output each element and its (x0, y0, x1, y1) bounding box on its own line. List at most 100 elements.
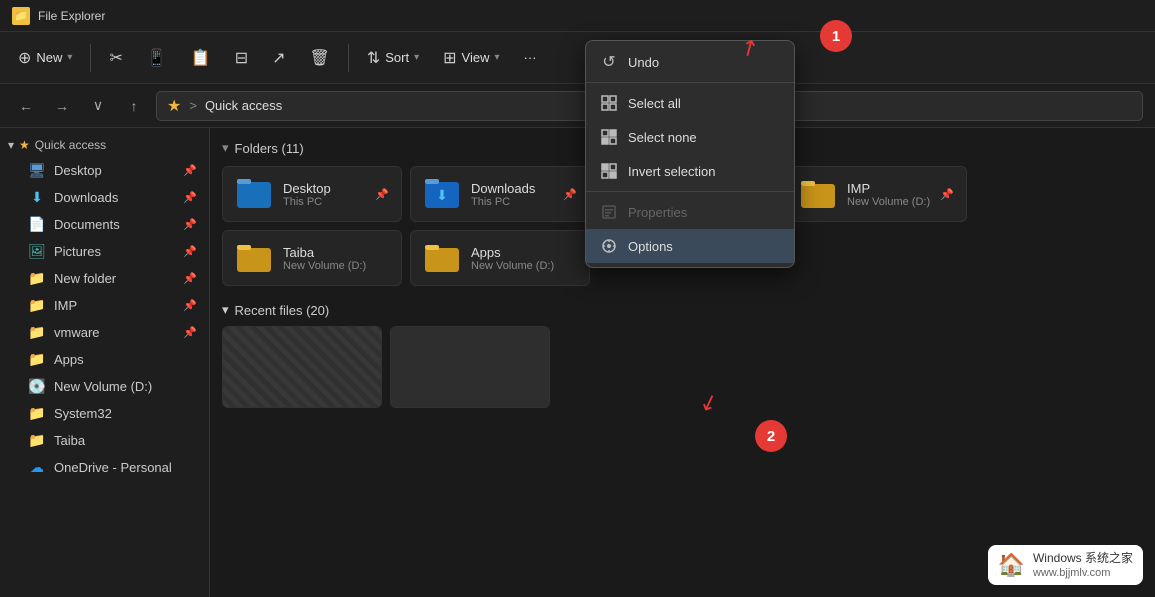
view-label: View (462, 50, 490, 65)
sidebar-item-system32[interactable]: 📁 System32 (4, 400, 205, 426)
callout-1: 1 (820, 20, 852, 52)
sidebar-item-new-volume[interactable]: 💽 New Volume (D:) (4, 373, 205, 399)
menu-undo-label: Undo (628, 55, 659, 70)
recent-button[interactable]: ∨ (84, 92, 112, 120)
app-icon: 📁 (12, 7, 30, 25)
sidebar-item-desktop[interactable]: 🖥 Desktop 📌 (4, 157, 205, 183)
paste-button[interactable]: 📋 (181, 43, 221, 73)
folder-desktop-info: Desktop This PC (283, 181, 365, 208)
cut-icon: ✂ (109, 48, 122, 68)
copy-to-clipboard-button[interactable]: 📱 (137, 43, 177, 73)
sidebar-item-new-folder[interactable]: 📁 New folder 📌 (4, 265, 205, 291)
sidebar-item-downloads[interactable]: ⬇ Downloads 📌 (4, 184, 205, 210)
sidebar-pictures-label: Pictures (54, 244, 101, 259)
folder-desktop-pin: 📌 (375, 188, 389, 201)
properties-icon (600, 203, 618, 221)
menu-select-all-label: Select all (628, 96, 681, 111)
up-button[interactable]: ↑ (120, 92, 148, 120)
sort-chevron-icon: ▾ (414, 52, 419, 63)
view-chevron-icon: ▾ (494, 52, 499, 63)
sidebar-vmware-label: vmware (54, 325, 100, 340)
callout-2: 2 (755, 420, 787, 452)
folder-apps[interactable]: Apps New Volume (D:) (410, 230, 590, 286)
copy-icon: ⊟ (235, 48, 248, 68)
sidebar-item-taiba[interactable]: 📁 Taiba (4, 427, 205, 453)
sidebar-new-volume-label: New Volume (D:) (54, 379, 152, 394)
view-icon: ⊞ (443, 48, 456, 68)
star-icon: ★ (167, 96, 181, 116)
sidebar-onedrive-label: OneDrive - Personal (54, 460, 172, 475)
pin-icon-5: 📌 (183, 272, 197, 285)
folder-downloads-name: Downloads (471, 181, 553, 196)
svg-text:⬇: ⬇ (436, 187, 448, 203)
new-icon: ⊕ (18, 48, 31, 68)
folder-downloads-icon: ⬇ (423, 175, 461, 213)
menu-invert-label: Invert selection (628, 164, 715, 179)
sort-button[interactable]: ⇅ Sort ▾ (357, 43, 429, 73)
more-button[interactable]: ··· (514, 45, 547, 70)
apps-icon: 📁 (28, 350, 46, 368)
folder-desktop-icon (235, 175, 273, 213)
watermark-url: www.bjjmlv.com (1033, 567, 1133, 579)
select-all-icon (600, 94, 618, 112)
recent-item-1[interactable] (222, 326, 382, 408)
view-button[interactable]: ⊞ View ▾ (433, 43, 509, 73)
back-button[interactable]: ← (12, 92, 40, 120)
sidebar-item-onedrive[interactable]: ☁ OneDrive - Personal (4, 454, 205, 480)
menu-item-select-all[interactable]: Select all (586, 86, 794, 120)
pin-icon-7: 📌 (183, 326, 197, 339)
path-text: Quick access (205, 98, 282, 113)
folder-apps-name: Apps (471, 245, 577, 260)
recent-header-label: Recent files (20) (235, 303, 330, 318)
folder-desktop-sub: This PC (283, 196, 365, 208)
invert-selection-icon (600, 162, 618, 180)
onedrive-icon: ☁ (28, 458, 46, 476)
folder-taiba-name: Taiba (283, 245, 389, 260)
folder-taiba[interactable]: Taiba New Volume (D:) (222, 230, 402, 286)
quick-access-chevron-icon: ▾ (8, 138, 14, 152)
menu-properties-label: Properties (628, 205, 687, 220)
share-button[interactable]: ↗ (262, 43, 295, 73)
sort-icon: ⇅ (367, 48, 380, 68)
new-button[interactable]: ⊕ New ▾ (8, 43, 82, 73)
pin-icon-4: 📌 (183, 245, 197, 258)
recent-item-2[interactable] (390, 326, 550, 408)
select-none-icon (600, 128, 618, 146)
phone-icon: 📱 (147, 48, 167, 68)
sidebar-item-documents[interactable]: 📄 Documents 📌 (4, 211, 205, 237)
sidebar-star-icon: ★ (19, 138, 30, 152)
folder-imp-pin: 📌 (940, 188, 954, 201)
menu-item-options[interactable]: Options (586, 229, 794, 263)
folder-imp-info: IMP New Volume (D:) (847, 181, 930, 208)
sidebar-item-pictures[interactable]: 🖼 Pictures 📌 (4, 238, 205, 264)
folder-downloads-sub: This PC (471, 196, 553, 208)
forward-button[interactable]: → (48, 92, 76, 120)
menu-item-invert-selection[interactable]: Invert selection (586, 154, 794, 188)
separator-2 (348, 44, 349, 72)
recent-thumb-1 (223, 327, 381, 407)
downloads-icon: ⬇ (28, 188, 46, 206)
menu-separator-2 (586, 191, 794, 192)
watermark-icon: 🏠 (998, 552, 1025, 578)
sidebar-item-vmware[interactable]: 📁 vmware 📌 (4, 319, 205, 345)
imp-icon: 📁 (28, 296, 46, 314)
menu-item-undo[interactable]: ↺ Undo (586, 45, 794, 79)
share-icon: ↗ (272, 48, 285, 68)
folder-imp[interactable]: IMP New Volume (D:) 📌 (786, 166, 967, 222)
delete-button[interactable]: 🗑 (300, 43, 340, 73)
menu-item-select-none[interactable]: Select none (586, 120, 794, 154)
copy-button[interactable]: ⊟ (225, 43, 258, 73)
cut-button[interactable]: ✂ (99, 43, 132, 73)
folder-downloads[interactable]: ⬇ Downloads This PC 📌 (410, 166, 590, 222)
menu-separator-1 (586, 82, 794, 83)
sidebar-documents-label: Documents (54, 217, 120, 232)
folder-desktop[interactable]: Desktop This PC 📌 (222, 166, 402, 222)
sidebar-item-imp[interactable]: 📁 IMP 📌 (4, 292, 205, 318)
taiba-icon: 📁 (28, 431, 46, 449)
quick-access-header[interactable]: ▾ ★ Quick access (0, 134, 209, 156)
new-folder-icon: 📁 (28, 269, 46, 287)
sort-label: Sort (385, 50, 409, 65)
delete-icon: 🗑 (310, 48, 330, 68)
pin-icon-2: 📌 (183, 191, 197, 204)
sidebar-item-apps[interactable]: 📁 Apps (4, 346, 205, 372)
